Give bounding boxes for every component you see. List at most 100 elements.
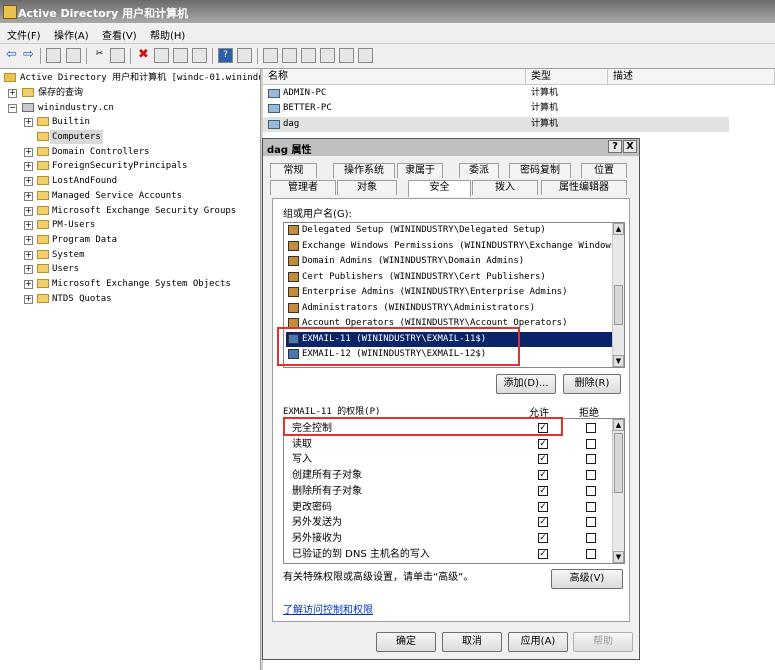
refresh-icon[interactable] bbox=[173, 48, 188, 63]
deny-checkbox[interactable] bbox=[586, 485, 596, 496]
expand-icon[interactable]: + bbox=[24, 162, 33, 171]
user-row[interactable]: Administrators (WININDUSTRY\Administrato… bbox=[286, 301, 612, 316]
expand-icon[interactable]: + bbox=[24, 236, 33, 245]
column-header-name[interactable]: 名称 bbox=[263, 69, 526, 85]
list-row[interactable]: ADMIN-PC 计算机 bbox=[263, 86, 775, 101]
help-button[interactable]: ? bbox=[608, 140, 622, 153]
allow-checkbox[interactable]: ✓ bbox=[538, 470, 548, 481]
user-row[interactable]: Enterprise Admins (WININDUSTRY\Enterpris… bbox=[286, 285, 612, 300]
scroll-thumb[interactable] bbox=[614, 433, 623, 493]
deny-checkbox[interactable] bbox=[586, 454, 596, 465]
list-row[interactable]: BETTER-PC 计算机 bbox=[263, 101, 775, 116]
cancel-button[interactable]: 取消 bbox=[442, 632, 502, 652]
copy-icon[interactable] bbox=[110, 48, 125, 63]
new-ou-icon[interactable] bbox=[301, 48, 316, 63]
tab-password-replication[interactable]: 密码复制 bbox=[509, 163, 571, 178]
export-list-icon[interactable] bbox=[192, 48, 207, 63]
deny-checkbox[interactable] bbox=[586, 438, 596, 449]
allow-checkbox[interactable]: ✓ bbox=[538, 454, 548, 465]
expand-icon[interactable]: + bbox=[24, 118, 33, 127]
help-dialog-button[interactable]: 帮助 bbox=[573, 632, 633, 652]
add-button[interactable]: 添加(D)... bbox=[496, 374, 556, 394]
tab-attribute-editor[interactable]: 属性编辑器 bbox=[541, 180, 627, 195]
expand-icon[interactable]: + bbox=[24, 177, 33, 186]
expand-icon[interactable]: + bbox=[24, 295, 33, 304]
advanced-button[interactable]: 高级(V) bbox=[551, 569, 623, 589]
remove-button[interactable]: 删除(R) bbox=[563, 374, 621, 394]
scroll-up-icon[interactable]: ▲ bbox=[613, 419, 624, 431]
ok-button[interactable]: 确定 bbox=[376, 632, 436, 652]
properties-icon[interactable] bbox=[154, 48, 169, 63]
tab-general[interactable]: 常规 bbox=[270, 163, 317, 178]
allow-checkbox[interactable]: ✓ bbox=[538, 548, 548, 559]
expand-icon[interactable]: + bbox=[24, 148, 33, 157]
deny-checkbox[interactable] bbox=[586, 532, 596, 543]
expand-icon[interactable]: + bbox=[24, 221, 33, 230]
tab-delegation[interactable]: 委派 bbox=[459, 163, 499, 178]
delete-icon[interactable]: ✖ bbox=[136, 48, 151, 63]
tree-root[interactable]: Active Directory 用户和计算机 [windc-01.winind… bbox=[4, 71, 260, 85]
menu-view[interactable]: 查看(V) bbox=[102, 27, 137, 42]
menu-help[interactable]: 帮助(H) bbox=[150, 27, 185, 42]
help-icon[interactable]: ? bbox=[218, 48, 233, 63]
deny-checkbox[interactable] bbox=[586, 470, 596, 481]
allow-checkbox[interactable]: ✓ bbox=[538, 438, 548, 449]
apply-button[interactable]: 应用(A) bbox=[508, 632, 568, 652]
users-scrollbar[interactable]: ▲ ▼ bbox=[612, 223, 624, 367]
list-row-selected[interactable]: dag 计算机 bbox=[263, 117, 729, 132]
permissions-listbox[interactable]: 完全控制 ✓ 读取 ✓ 写入 ✓ 创建所有子对象 ✓ 删除所有子对象 ✓ 更改密码 ✓ 另外发送为 ✓ 另外… bbox=[283, 418, 625, 564]
add-to-group-icon[interactable] bbox=[358, 48, 373, 63]
permission-row: 删除所有子对象 ✓ bbox=[287, 484, 615, 499]
user-row[interactable]: Delegated Setup (WININDUSTRY\Delegated S… bbox=[286, 223, 612, 238]
expand-icon[interactable]: + bbox=[24, 207, 33, 216]
scroll-thumb[interactable] bbox=[614, 285, 623, 325]
user-row[interactable]: Domain Admins (WININDUSTRY\Domain Admins… bbox=[286, 254, 612, 269]
scroll-down-icon[interactable]: ▼ bbox=[613, 551, 624, 563]
tab-security[interactable]: 安全 bbox=[408, 180, 471, 197]
allow-checkbox[interactable]: ✓ bbox=[538, 485, 548, 496]
tab-dial-in[interactable]: 拨入 bbox=[472, 180, 538, 195]
deny-checkbox[interactable] bbox=[586, 423, 596, 433]
deny-checkbox[interactable] bbox=[586, 548, 596, 559]
dialog-title-bar[interactable]: dag 属性 ? X bbox=[263, 139, 639, 156]
expand-icon[interactable]: + bbox=[8, 89, 17, 98]
find-icon[interactable] bbox=[339, 48, 354, 63]
menu-action[interactable]: 操作(A) bbox=[54, 27, 89, 42]
tab-managed-by[interactable]: 管理者 bbox=[270, 180, 336, 195]
new-user-icon[interactable] bbox=[263, 48, 278, 63]
expand-icon[interactable]: + bbox=[24, 280, 33, 289]
allow-checkbox[interactable]: ✓ bbox=[538, 501, 548, 512]
tab-os[interactable]: 操作系统 bbox=[333, 163, 395, 178]
show-tree-icon[interactable] bbox=[66, 48, 81, 63]
deny-checkbox[interactable] bbox=[586, 501, 596, 512]
menu-file[interactable]: 文件(F) bbox=[7, 27, 41, 42]
column-header-description[interactable]: 描述 bbox=[608, 69, 775, 85]
expand-icon[interactable]: + bbox=[24, 265, 33, 274]
column-header-type[interactable]: 类型 bbox=[526, 69, 608, 85]
close-button[interactable]: X bbox=[623, 140, 637, 153]
filter-icon[interactable] bbox=[320, 48, 335, 63]
tab-location[interactable]: 位置 bbox=[581, 163, 627, 178]
deny-checkbox[interactable] bbox=[586, 517, 596, 528]
expand-icon[interactable]: + bbox=[24, 192, 33, 201]
cut-icon[interactable]: ✂ bbox=[92, 48, 107, 63]
back-arrow-icon[interactable]: ⇦ bbox=[4, 48, 19, 63]
scroll-down-icon[interactable]: ▼ bbox=[613, 355, 624, 367]
user-row[interactable]: Exchange Windows Permissions (WININDUSTR… bbox=[286, 239, 624, 254]
expand-icon[interactable]: + bbox=[24, 251, 33, 260]
learn-access-control-link[interactable]: 了解访问控制和权限 bbox=[283, 601, 373, 616]
permissions-scrollbar[interactable]: ▲ ▼ bbox=[612, 419, 624, 563]
console-tree[interactable]: Active Directory 用户和计算机 [windc-01.winind… bbox=[0, 69, 261, 670]
collapse-icon[interactable]: − bbox=[8, 104, 17, 113]
window-title-bar[interactable]: Active Directory 用户和计算机 bbox=[0, 0, 775, 23]
allow-checkbox[interactable]: ✓ bbox=[538, 517, 548, 528]
allow-checkbox[interactable]: ✓ bbox=[538, 532, 548, 543]
new-group-icon[interactable] bbox=[282, 48, 297, 63]
user-row[interactable]: Cert Publishers (WININDUSTRY\Cert Publis… bbox=[286, 270, 612, 285]
tab-object[interactable]: 对象 bbox=[337, 180, 397, 195]
up-folder-icon[interactable] bbox=[46, 48, 61, 63]
forward-arrow-icon[interactable]: ⇨ bbox=[21, 48, 36, 63]
scroll-up-icon[interactable]: ▲ bbox=[613, 223, 624, 235]
console-icon[interactable] bbox=[237, 48, 252, 63]
tab-member-of[interactable]: 隶属于 bbox=[397, 163, 443, 178]
